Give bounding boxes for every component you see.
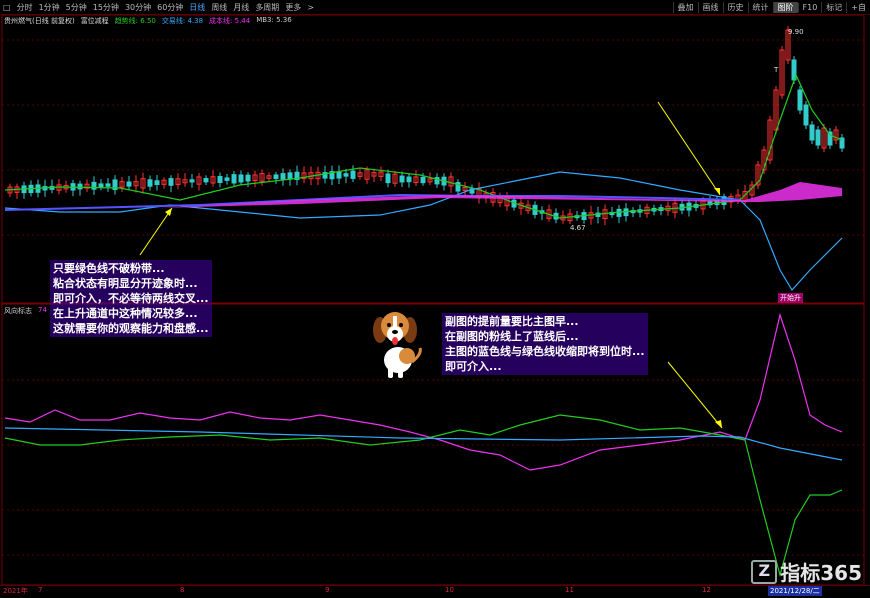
- date-month-label: 9: [325, 586, 330, 594]
- sub-indicator-value: 74: [38, 306, 47, 314]
- sub-chart-legend: 风向标志 74: [4, 306, 47, 316]
- candle-body: [287, 172, 293, 180]
- watermark: Z 指标365: [751, 557, 862, 586]
- cost-line: [4, 193, 741, 211]
- candle-body: [797, 89, 803, 111]
- date-axis: 2021年 2021/12/28/二 7 8 9 10 11 12: [0, 585, 870, 597]
- candle-body: [231, 174, 237, 184]
- date-month-label: 7: [38, 586, 43, 594]
- candle-body: [803, 104, 809, 126]
- sub-indicator-name[interactable]: 风向标志: [4, 306, 32, 316]
- annotation-arrow: [139, 207, 173, 256]
- marker-label: T: [774, 66, 779, 74]
- annotation-line: 在副图的粉线上了蓝线后...: [445, 330, 579, 343]
- annotation-arrow: [657, 101, 721, 196]
- low-price-label: 4.67: [570, 224, 586, 232]
- candle-body: [343, 173, 349, 177]
- candle-body: [385, 173, 391, 184]
- candle-body: [815, 129, 821, 146]
- candle-body: [189, 179, 195, 183]
- annotation-left: 只要绿色线不破粉带... 粘合状态有明显分开迹象时... 即可介入，不必等待两线交叉…: [50, 260, 212, 337]
- sub-green-line: [4, 414, 843, 578]
- annotation-right: 副图的提前量要比主图早... 在副图的粉线上了蓝线后... 主图的蓝色线与绿色线收缩…: [442, 313, 648, 375]
- candle-body: [77, 183, 83, 190]
- signal-badge: 开始升: [778, 293, 803, 303]
- candle-body: [406, 176, 412, 183]
- watermark-text: 指标365: [780, 561, 862, 585]
- candle-body: [336, 171, 342, 179]
- candle-body: [224, 177, 230, 181]
- candle-body: [273, 174, 279, 179]
- date-month-label: 8: [180, 586, 185, 594]
- candle-body: [126, 181, 132, 187]
- selected-date[interactable]: 2021/12/28/二: [768, 586, 822, 596]
- candle-body: [280, 173, 286, 180]
- candle-body: [168, 178, 174, 186]
- candle-body: [217, 176, 223, 183]
- annotation-line: 副图的提前量要比主图早...: [445, 315, 579, 328]
- candle-body: [350, 170, 356, 179]
- annotation-line: 这就需要你的观察能力和盘感...: [53, 322, 209, 335]
- annotation-arrow: [667, 361, 723, 429]
- annotation-line: 粘合状态有明显分开迹象时...: [53, 277, 198, 290]
- candle-body: [98, 183, 104, 188]
- candle-body: [154, 180, 160, 186]
- candle-body: [420, 176, 426, 184]
- high-price-label: 9.90: [788, 28, 804, 36]
- date-month-label: 10: [445, 586, 454, 594]
- candle-body: [238, 174, 244, 183]
- candle-body: [616, 208, 622, 217]
- annotation-line: 只要绿色线不破粉带...: [53, 262, 165, 275]
- puppy-illustration: [373, 312, 422, 378]
- annotation-line: 即可介入，不必等待两线交叉...: [53, 292, 209, 305]
- date-month-label: 12: [702, 586, 711, 594]
- date-year: 2021年: [3, 587, 28, 595]
- candle-body: [809, 124, 815, 141]
- annotation-line: 在上升通道中这种情况较多...: [53, 307, 198, 320]
- annotation-line: 即可介入...: [445, 360, 502, 373]
- candle-body: [245, 174, 251, 182]
- candle-body: [203, 178, 209, 183]
- candle-body: [105, 183, 111, 187]
- candle-body: [399, 175, 405, 183]
- annotation-arrow-head: [165, 208, 172, 216]
- date-month-label: 11: [565, 586, 574, 594]
- annotation-line: 主图的蓝色线与绿色线收缩即将到位时...: [445, 345, 645, 358]
- watermark-logo-icon: Z: [751, 559, 778, 584]
- candle-body: [147, 179, 153, 187]
